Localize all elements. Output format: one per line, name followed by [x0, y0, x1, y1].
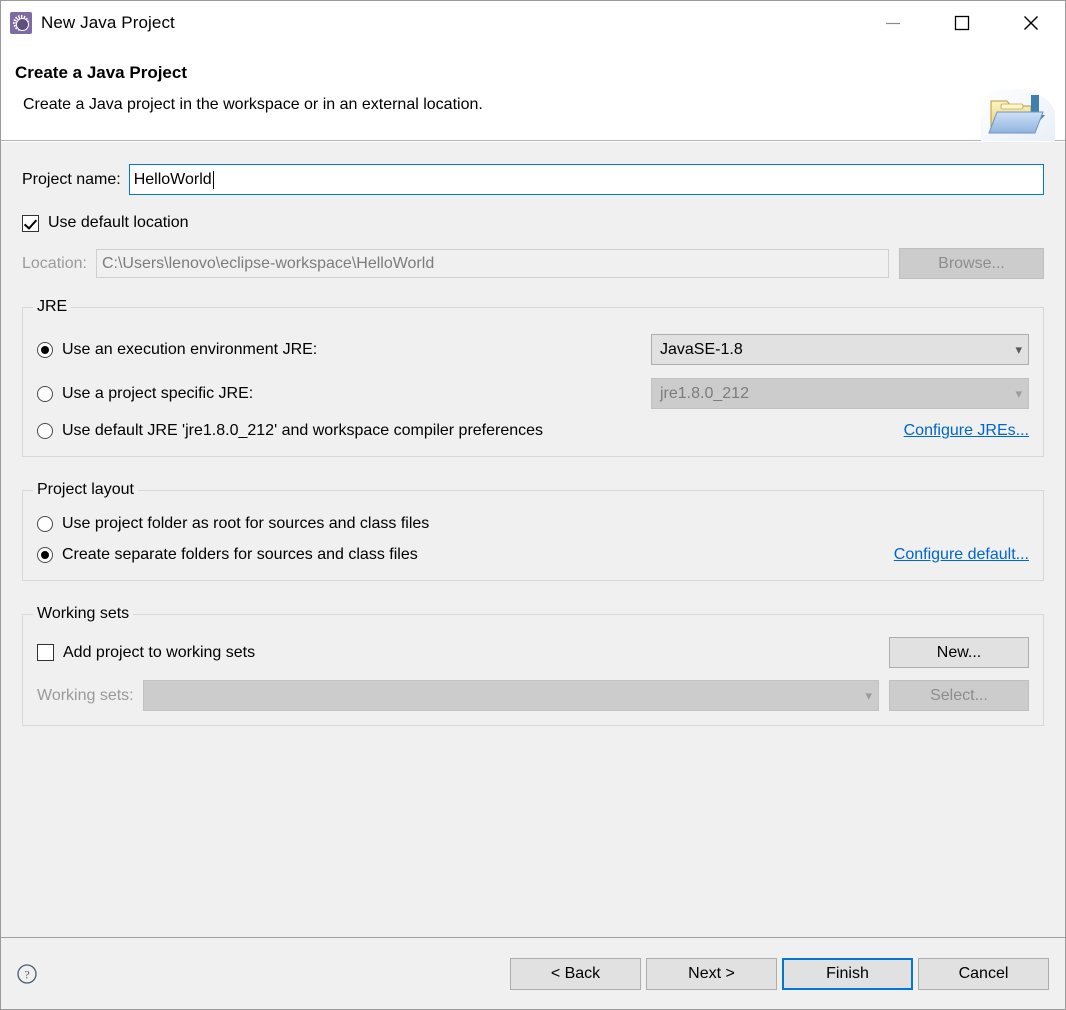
jre-default-row[interactable]: Use default JRE 'jre1.8.0_212' and works… [37, 422, 1029, 440]
working-sets-label: Working sets: [37, 686, 134, 704]
select-working-set-button: Select... [889, 680, 1029, 711]
minimize-button[interactable] [858, 1, 927, 45]
layout-root-row[interactable]: Use project folder as root for sources a… [37, 515, 1029, 533]
execution-env-value: JavaSE-1.8 [660, 340, 743, 358]
new-java-project-folder-icon [981, 85, 1055, 147]
use-default-location-label: Use default location [48, 214, 189, 231]
jre-default-radio[interactable] [37, 423, 53, 439]
working-sets-group: Working sets Add project to working sets… [22, 605, 1044, 726]
layout-separate-radio[interactable] [37, 547, 53, 563]
jre-execution-env-row[interactable]: Use an execution environment JRE: JavaSE… [37, 334, 1029, 365]
chevron-down-icon-disabled: ▾ [865, 688, 872, 703]
execution-env-select[interactable]: JavaSE-1.8 ▾ [651, 334, 1029, 365]
add-project-to-working-sets-checkbox[interactable] [37, 644, 54, 661]
jre-project-specific-row[interactable]: Use a project specific JRE: jre1.8.0_212… [37, 378, 1029, 409]
wizard-banner: Create a Java Project Create a Java proj… [1, 45, 1065, 147]
project-name-row: Project name: HelloWorld [22, 164, 1044, 195]
use-default-location-row[interactable]: Use default location [22, 214, 1044, 232]
jre-group: JRE Use an execution environment JRE: Ja… [22, 298, 1044, 457]
jre-group-title: JRE [33, 298, 72, 316]
project-specific-jre-select: jre1.8.0_212 ▾ [651, 378, 1029, 409]
chevron-down-icon-disabled: ▾ [1015, 386, 1022, 401]
layout-separate-label: Create separate folders for sources and … [62, 546, 418, 563]
text-caret [212, 170, 214, 189]
project-name-input[interactable]: HelloWorld [128, 164, 1044, 195]
project-name-label: Project name: [22, 170, 121, 188]
location-row: Location: C:\Users\lenovo\eclipse-worksp… [22, 248, 1044, 279]
project-name-value: HelloWorld [133, 170, 212, 188]
title-bar: New Java Project [1, 1, 1065, 45]
browse-button: Browse... [899, 248, 1044, 279]
working-sets-row: Working sets: ▾ Select... [37, 680, 1029, 711]
jre-execution-env-radio[interactable] [37, 341, 53, 358]
project-specific-jre-value: jre1.8.0_212 [660, 384, 749, 402]
working-sets-group-title: Working sets [33, 605, 134, 623]
chevron-down-icon: ▾ [1015, 342, 1022, 357]
cancel-button[interactable]: Cancel [918, 957, 1049, 990]
next-button[interactable]: Next > [646, 957, 777, 990]
layout-root-radio[interactable] [37, 516, 53, 532]
project-layout-group-title: Project layout [33, 481, 138, 499]
new-java-project-dialog: New Java Project Create a Java Project C… [0, 0, 1066, 1010]
svg-text:?: ? [24, 967, 29, 981]
location-label: Location: [22, 254, 87, 272]
wizard-body: Project name: HelloWorld Use default loc… [1, 141, 1065, 937]
layout-root-label: Use project folder as root for sources a… [62, 515, 430, 532]
location-value: C:\Users\lenovo\eclipse-workspace\HelloW… [101, 254, 435, 272]
project-layout-group: Project layout Use project folder as roo… [22, 481, 1044, 581]
page-description: Create a Java project in the workspace o… [23, 96, 483, 113]
configure-jres-link[interactable]: Configure JREs... [904, 422, 1029, 440]
jre-project-specific-radio[interactable] [37, 385, 53, 402]
window-title: New Java Project [41, 13, 175, 32]
layout-separate-row[interactable]: Create separate folders for sources and … [37, 546, 1029, 564]
page-title: Create a Java Project [15, 63, 187, 82]
jre-execution-env-label: Use an execution environment JRE: [62, 340, 318, 358]
maximize-button[interactable] [927, 1, 996, 45]
finish-button[interactable]: Finish [782, 957, 913, 990]
use-default-location-checkbox[interactable] [22, 214, 39, 232]
configure-default-link[interactable]: Configure default... [894, 546, 1029, 564]
working-sets-select: ▾ [142, 680, 879, 711]
new-working-set-button[interactable]: New... [889, 637, 1029, 668]
footer-buttons: < Back Next > Finish Cancel [510, 957, 1049, 990]
add-project-to-working-sets-label: Add project to working sets [63, 643, 256, 661]
dialog-footer: ? < Back Next > Finish Cancel [1, 937, 1065, 1009]
jre-project-specific-label: Use a project specific JRE: [62, 384, 254, 402]
location-input: C:\Users\lenovo\eclipse-workspace\HelloW… [95, 249, 889, 278]
add-working-sets-row[interactable]: Add project to working sets New... [37, 637, 1029, 668]
close-button[interactable] [996, 1, 1065, 45]
help-icon[interactable]: ? [16, 963, 38, 985]
jre-default-label: Use default JRE 'jre1.8.0_212' and works… [62, 422, 544, 439]
window-controls [858, 1, 1065, 45]
eclipse-wizard-icon [10, 12, 32, 34]
back-button[interactable]: < Back [510, 957, 641, 990]
